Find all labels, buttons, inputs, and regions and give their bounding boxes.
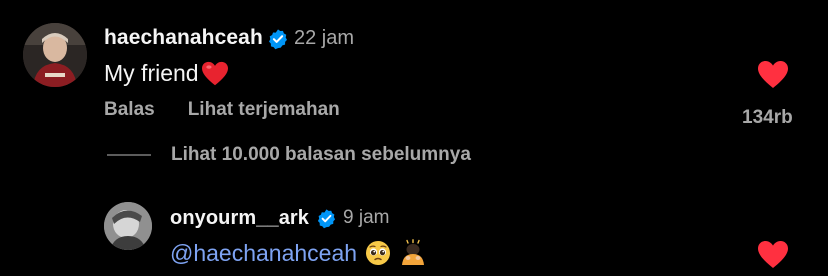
reply-button[interactable]: Balas <box>104 99 155 121</box>
bowing-person-emoji <box>402 239 425 265</box>
heart-icon[interactable] <box>757 240 789 270</box>
comment-text-row: My friend <box>104 60 229 87</box>
comment-time: 22 jam <box>294 27 355 49</box>
reply-text-row: @haechanahceah <box>170 239 427 267</box>
view-replies-label: Lihat 10.000 balasan sebelumnya <box>171 144 471 165</box>
avatar-haechanahceah[interactable] <box>23 23 87 87</box>
avatar-image <box>23 23 87 87</box>
like-count: 134rb <box>742 107 793 128</box>
verified-badge-icon <box>269 29 287 50</box>
reply-divider-line <box>107 154 151 156</box>
reply-username[interactable]: onyourm__ark <box>170 207 309 230</box>
comments-page: haechanahceah 22 jam My friend Balas Lih… <box>0 0 828 276</box>
verified-badge-icon <box>317 209 336 229</box>
red-heart-emoji <box>201 61 228 85</box>
comment-username[interactable]: haechanahceah <box>104 26 263 50</box>
avatar-image <box>104 202 152 250</box>
view-replies-button[interactable]: Lihat 10.000 balasan sebelumnya <box>107 144 471 166</box>
avatar-onyourm-ark[interactable] <box>104 202 152 250</box>
reply-time: 9 jam <box>343 207 390 228</box>
comment-actions: Balas Lihat terjemahan <box>104 99 340 121</box>
comment-text: My friend <box>104 60 199 86</box>
pleading-face-emoji <box>366 241 391 265</box>
see-translation-button[interactable]: Lihat terjemahan <box>188 99 340 121</box>
heart-icon[interactable] <box>757 60 789 90</box>
mention-link[interactable]: @haechanahceah <box>170 240 357 267</box>
